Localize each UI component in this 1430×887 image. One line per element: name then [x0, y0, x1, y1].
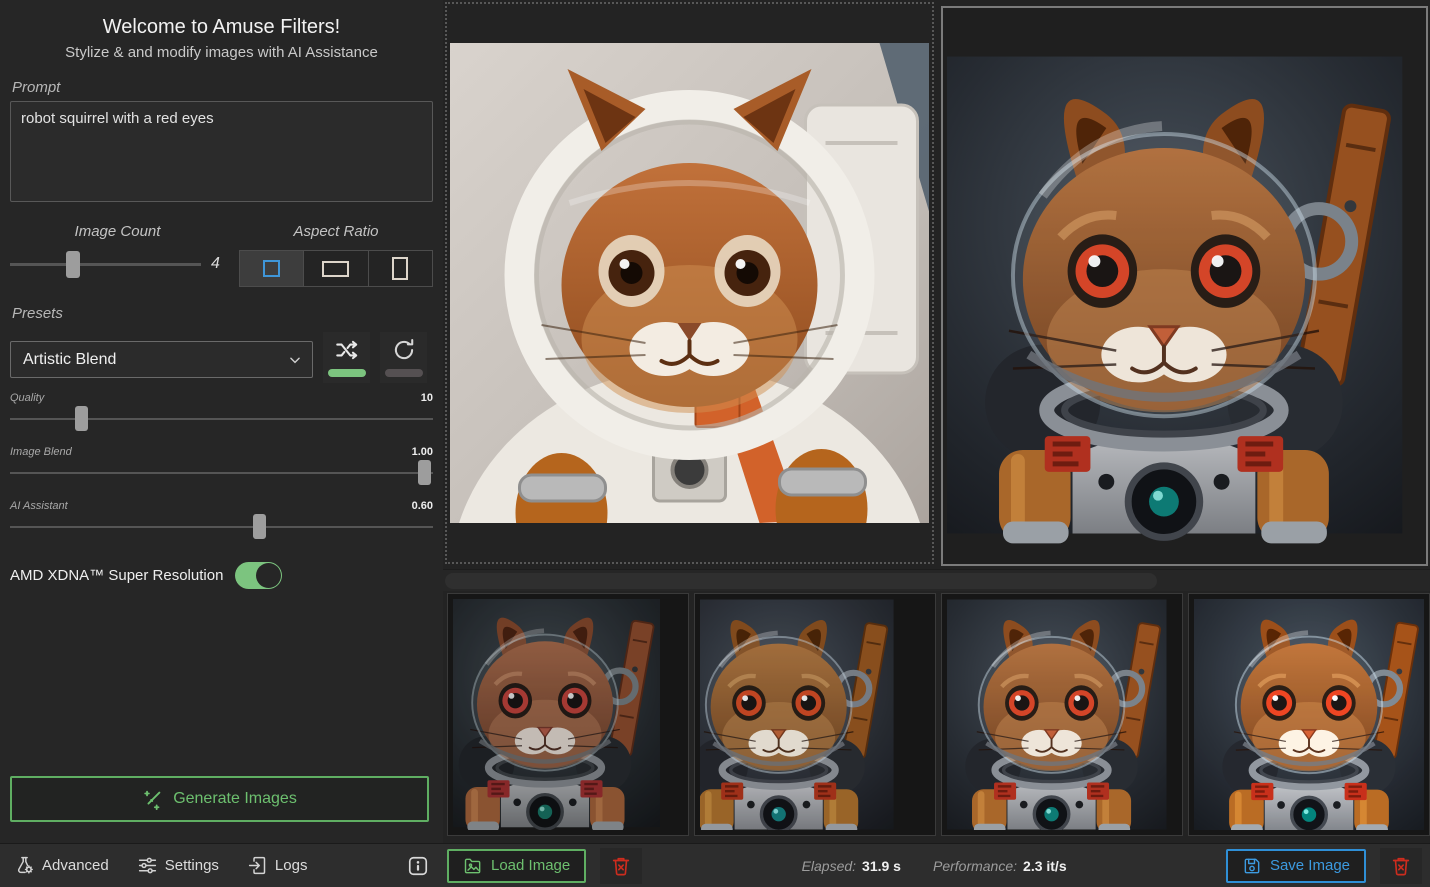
- slider-thumb[interactable]: [74, 406, 88, 431]
- elapsed-value: 31.9 s: [862, 857, 901, 874]
- status-bar: Advanced Settings Logs Load Image Elapse…: [0, 843, 1430, 887]
- aspect-ratio-label: Aspect Ratio: [293, 223, 379, 240]
- square-ratio-icon: [263, 260, 281, 277]
- thumbnail-4[interactable]: [1188, 593, 1430, 836]
- slider-track: [10, 263, 201, 266]
- input-image: [450, 43, 929, 523]
- elapsed-time: Elapsed: 31.9 s: [802, 858, 901, 874]
- robot-squirrel-image: [947, 44, 1406, 546]
- image-count-value: 4: [211, 255, 220, 272]
- shuffle-preset-button[interactable]: [323, 332, 370, 383]
- settings-label: Settings: [164, 857, 219, 874]
- folder-image-icon: [464, 858, 481, 873]
- portrait-ratio-icon: [392, 257, 409, 280]
- generated-thumbnails-row: [443, 593, 1430, 837]
- floppy-save-icon: [1244, 858, 1260, 873]
- presets-selected-value: Artistic Blend: [23, 350, 117, 368]
- thumbnail-1-image: [453, 599, 683, 830]
- toggle-knob: [256, 563, 282, 588]
- generate-images-button[interactable]: Generate Images: [10, 776, 429, 822]
- ai-assistant-value: 0.60: [411, 500, 433, 512]
- thumbnail-1[interactable]: [447, 593, 689, 836]
- sliders-icon: [138, 857, 156, 874]
- landscape-ratio-icon: [322, 260, 350, 277]
- load-image-label: Load Image: [491, 857, 571, 874]
- magic-wand-icon: [144, 790, 161, 810]
- clear-input-button[interactable]: [600, 847, 643, 884]
- page-subtitle: Stylize & and modify images with AI Assi…: [65, 44, 378, 61]
- shuffle-enabled-indicator: [327, 369, 366, 377]
- thumbnail-3[interactable]: [941, 593, 1183, 836]
- prompt-label: Prompt: [12, 79, 61, 96]
- slider-track: [10, 418, 433, 420]
- super-resolution-toggle[interactable]: [235, 562, 283, 589]
- gallery-scrollbar[interactable]: [443, 569, 1430, 591]
- advanced-button[interactable]: Advanced: [14, 855, 109, 876]
- settings-button[interactable]: Settings: [137, 855, 219, 876]
- super-resolution-label: AMD XDNA™ Super Resolution: [10, 567, 224, 584]
- elapsed-label: Elapsed:: [801, 857, 857, 874]
- image-blend-value: 1.00: [411, 446, 433, 458]
- advanced-label: Advanced: [42, 857, 109, 874]
- delete-trash-icon: [1392, 857, 1410, 875]
- aspect-landscape-button[interactable]: [303, 251, 367, 286]
- page-title: Welcome to Amuse Filters!: [102, 16, 341, 38]
- image-count-label: Image Count: [74, 223, 161, 240]
- image-workspace: [443, 0, 1430, 843]
- logs-label: Logs: [274, 857, 308, 874]
- slider-thumb[interactable]: [252, 514, 266, 539]
- output-image: [947, 44, 1406, 546]
- aspect-portrait-button[interactable]: [367, 251, 432, 286]
- control-sidebar: Welcome to Amuse Filters! Stylize & and …: [0, 0, 443, 843]
- save-image-button[interactable]: Save Image: [1225, 848, 1366, 883]
- slider-track: [10, 526, 433, 528]
- logs-button[interactable]: Logs: [247, 855, 308, 876]
- output-image-panel[interactable]: [941, 6, 1428, 566]
- performance-stat: Performance: 2.3 it/s: [933, 858, 1067, 874]
- prompt-input[interactable]: robot squirrel with a red eyes: [10, 101, 433, 202]
- generate-images-label: Generate Images: [173, 790, 297, 807]
- performance-value: 2.3 it/s: [1023, 857, 1067, 874]
- refresh-icon: [394, 339, 413, 360]
- shuffle-icon: [335, 340, 357, 360]
- presets-dropdown[interactable]: Artistic Blend: [10, 341, 313, 378]
- input-image-dropzone[interactable]: [445, 2, 934, 564]
- flask-gear-icon: [17, 856, 33, 874]
- statusbar-left-group: Advanced Settings Logs: [0, 855, 443, 877]
- thumbnail-2[interactable]: [694, 593, 936, 836]
- delete-output-button[interactable]: [1380, 847, 1422, 884]
- presets-label: Presets: [12, 305, 63, 322]
- astronaut-squirrel-image: [450, 43, 929, 523]
- ai-assistant-label: AI Assistant: [10, 500, 68, 512]
- info-icon: [408, 856, 428, 875]
- slider-track: [10, 472, 433, 474]
- gallery-scrollbar-thumb[interactable]: [445, 573, 1157, 589]
- refresh-preset-button[interactable]: [380, 332, 427, 383]
- quality-value: 10: [420, 392, 433, 404]
- thumbnail-3-image: [947, 599, 1177, 830]
- image-blend-label: Image Blend: [10, 446, 72, 458]
- thumbnail-4-image: [1194, 599, 1424, 830]
- aspect-ratio-group: [239, 250, 433, 287]
- chevron-down-icon: [290, 357, 300, 363]
- load-image-button[interactable]: Load Image: [447, 848, 587, 883]
- slider-thumb[interactable]: [66, 251, 81, 278]
- image-blend-slider[interactable]: [10, 460, 433, 486]
- ai-assistant-slider[interactable]: [10, 514, 433, 540]
- quality-label: Quality: [10, 392, 45, 404]
- image-count-slider[interactable]: [10, 250, 201, 278]
- slider-thumb[interactable]: [417, 460, 431, 485]
- performance-label: Performance:: [932, 857, 1018, 874]
- quality-slider[interactable]: [10, 406, 433, 432]
- thumbnail-2-image: [700, 599, 930, 830]
- logs-document-icon: [248, 856, 266, 875]
- save-image-label: Save Image: [1269, 857, 1350, 874]
- aspect-square-button[interactable]: [240, 251, 304, 286]
- delete-trash-icon: [613, 857, 630, 875]
- refresh-disabled-indicator: [384, 369, 423, 377]
- info-button[interactable]: [407, 855, 429, 877]
